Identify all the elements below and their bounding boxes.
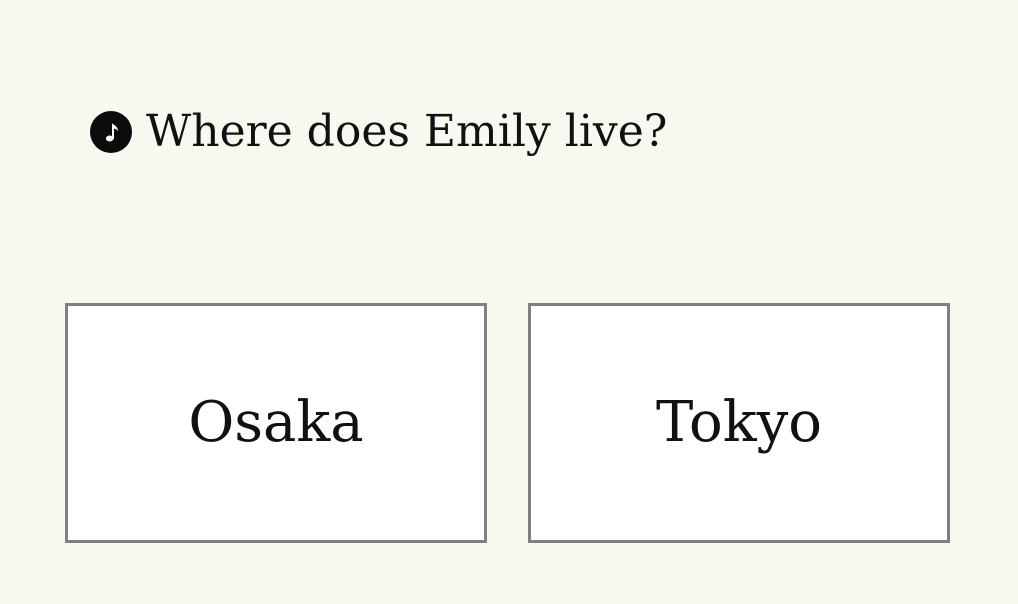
music-note-icon: [105, 123, 118, 142]
question-row: Where does Emily live?: [90, 104, 667, 160]
play-audio-button[interactable]: [90, 111, 132, 153]
answer-option-tokyo[interactable]: Tokyo: [528, 303, 950, 543]
answer-option-osaka[interactable]: Osaka: [65, 303, 487, 543]
question-text: Where does Emily live?: [146, 106, 668, 157]
